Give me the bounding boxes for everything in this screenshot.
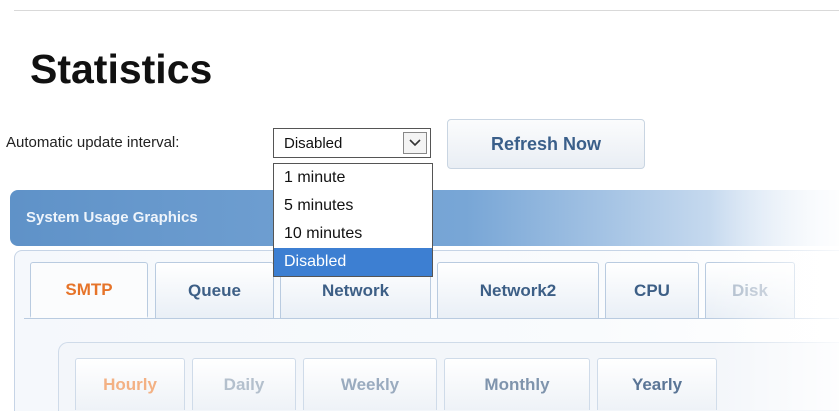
refresh-now-button[interactable]: Refresh Now xyxy=(447,119,645,169)
tab-cpu[interactable]: CPU xyxy=(605,262,699,318)
subtab-yearly[interactable]: Yearly xyxy=(597,358,717,410)
page-title: Statistics xyxy=(30,46,213,92)
interval-select[interactable]: Disabled xyxy=(273,128,431,158)
tab-network2[interactable]: Network2 xyxy=(437,262,599,318)
option-1-minute[interactable]: 1 minute xyxy=(274,164,432,192)
top-divider xyxy=(14,10,839,11)
interval-select-value: Disabled xyxy=(284,135,343,152)
subtab-weekly[interactable]: Weekly xyxy=(303,358,437,410)
option-disabled[interactable]: Disabled xyxy=(274,248,432,276)
subtab-hourly[interactable]: Hourly xyxy=(75,358,185,410)
interval-label: Automatic update interval: xyxy=(6,134,180,151)
interval-dropdown-list[interactable]: 1 minute 5 minutes 10 minutes Disabled xyxy=(273,163,433,277)
panel-header-title: System Usage Graphics xyxy=(26,209,198,226)
chevron-down-icon[interactable] xyxy=(403,132,427,154)
option-5-minutes[interactable]: 5 minutes xyxy=(274,192,432,220)
subtab-monthly[interactable]: Monthly xyxy=(444,358,590,410)
tab-disk[interactable]: Disk xyxy=(705,262,795,318)
option-10-minutes[interactable]: 10 minutes xyxy=(274,220,432,248)
tab-baseline xyxy=(24,318,839,319)
subtab-daily[interactable]: Daily xyxy=(192,358,296,410)
tab-queue[interactable]: Queue xyxy=(155,262,274,318)
tab-smtp[interactable]: SMTP xyxy=(30,262,148,318)
